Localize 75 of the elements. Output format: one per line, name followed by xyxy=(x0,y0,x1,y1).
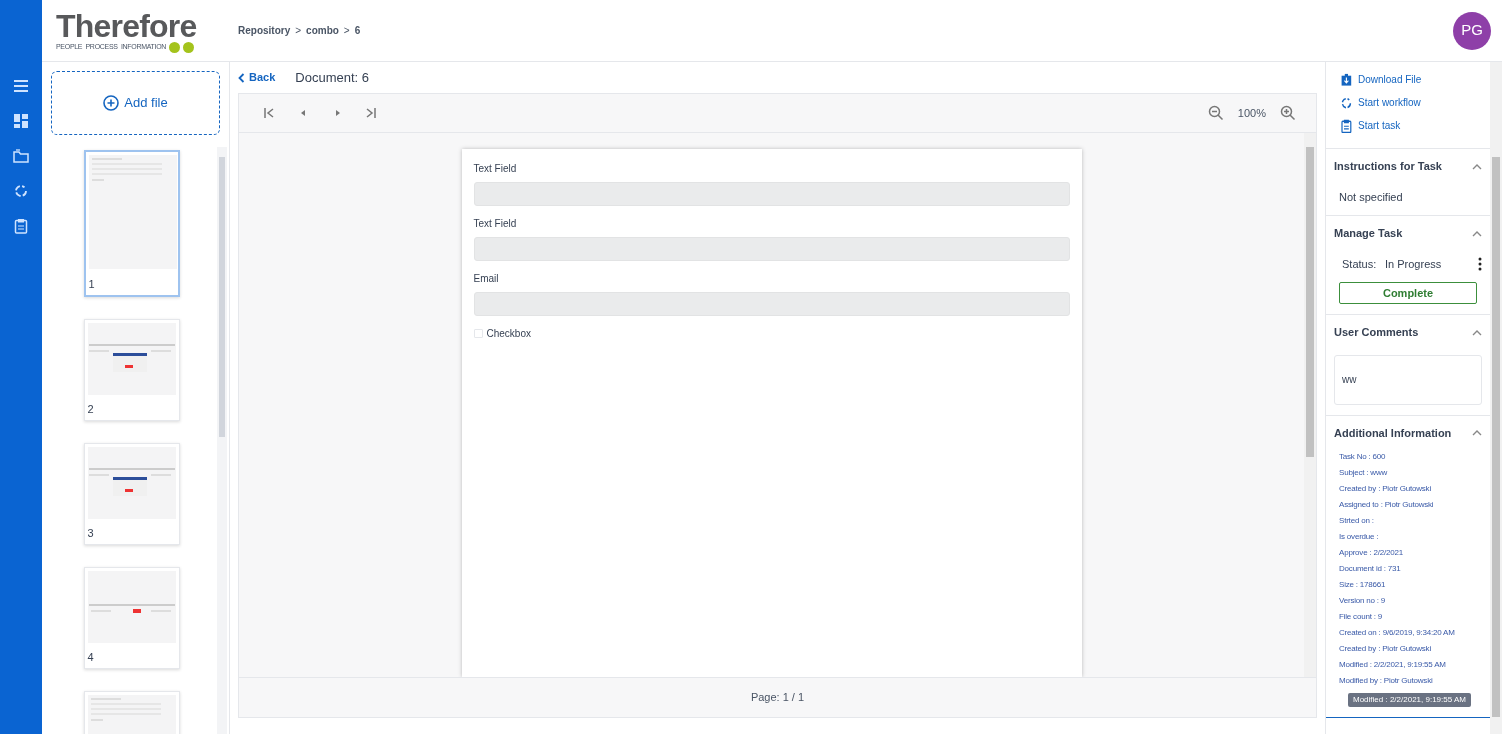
download-icon xyxy=(1340,72,1352,87)
sync-icon xyxy=(1340,95,1352,110)
field-label: Text Field xyxy=(473,217,517,231)
page-number: 2 xyxy=(86,401,95,417)
section-title: User Comments xyxy=(1334,325,1419,340)
status-value: In Progress xyxy=(1385,256,1443,272)
chevron-up-icon[interactable] xyxy=(1472,429,1482,437)
info-text: Size : 178661 xyxy=(1339,579,1387,591)
info-text: Assigned to : Piotr Gutowski xyxy=(1339,499,1435,511)
clipboard-icon xyxy=(1340,118,1352,133)
plus-circle-icon xyxy=(103,95,120,111)
page-thumbnail[interactable]: 4 xyxy=(83,567,180,669)
info-text: Document id : 731 xyxy=(1339,563,1402,575)
info-text: Version no : 9 xyxy=(1339,595,1387,607)
breadcrumb-link[interactable]: Repository xyxy=(238,23,291,38)
info-text: Approve : 2/2/2021 xyxy=(1339,547,1404,559)
page-number: 4 xyxy=(86,649,95,665)
add-file-button[interactable]: Add file xyxy=(51,71,220,135)
info-text: Strted on : xyxy=(1339,515,1375,527)
action-link[interactable]: Download File xyxy=(1340,72,1476,87)
chevron-up-icon[interactable] xyxy=(1472,229,1482,237)
scrollbar[interactable] xyxy=(1304,133,1316,677)
info-text: File count : 9 xyxy=(1339,611,1383,623)
info-text: Modified by : Piotr Gutowski xyxy=(1339,675,1434,687)
section-title: Additional Information xyxy=(1334,425,1452,441)
input-field[interactable] xyxy=(473,292,1070,316)
field-label: Email xyxy=(473,272,499,286)
info-text: Created by : Piotr Gutowski xyxy=(1339,483,1432,495)
page-number: 1 xyxy=(87,276,96,292)
input-field[interactable] xyxy=(473,237,1070,261)
zoom-level: 100% xyxy=(1237,105,1266,121)
sync-icon[interactable] xyxy=(13,183,29,199)
breadcrumb-link[interactable]: combo xyxy=(306,23,339,38)
chevron-up-icon[interactable] xyxy=(1472,162,1482,170)
chevron-left-icon xyxy=(238,72,245,83)
info-text: Subject : www xyxy=(1339,467,1389,479)
scrollbar[interactable] xyxy=(1490,62,1502,734)
input-field[interactable] xyxy=(473,182,1070,206)
page-thumbnail[interactable]: 1 xyxy=(83,150,180,297)
tooltip: Modified : 2/2/2021, 9:19:55 AM xyxy=(1348,693,1471,707)
info-text: Modified : 2/2/2021, 9:19:55 AM xyxy=(1339,659,1447,671)
chevron-up-icon[interactable] xyxy=(1472,328,1482,336)
document-title: Document: 6 xyxy=(295,68,369,87)
menu-icon[interactable] xyxy=(13,78,29,94)
breadcrumb-separator: > xyxy=(295,24,302,38)
page-thumbnail[interactable]: 3 xyxy=(83,443,180,545)
info-text: Is overdue : xyxy=(1339,531,1380,543)
page-indicator: Page: 1 / 1 xyxy=(750,690,805,706)
zoom-in-icon[interactable] xyxy=(1280,105,1296,121)
zoom-out-icon[interactable] xyxy=(1207,105,1224,121)
action-link[interactable]: Start task xyxy=(1340,118,1476,133)
more-vertical-icon[interactable] xyxy=(1478,256,1482,271)
section-title: Instructions for Task xyxy=(1334,159,1442,174)
checkbox[interactable] xyxy=(473,329,483,338)
user-avatar[interactable]: PG xyxy=(1453,11,1491,50)
status-label: Status: xyxy=(1342,256,1378,272)
clipboard-icon[interactable] xyxy=(13,218,29,234)
breadcrumb-separator: > xyxy=(343,24,350,38)
instruction-text: Not specified xyxy=(1339,189,1404,205)
complete-button[interactable]: Complete xyxy=(1339,282,1477,304)
folder-icon[interactable] xyxy=(13,148,29,164)
breadcrumb-link[interactable]: 6 xyxy=(354,23,361,38)
checkbox-label: Checkbox xyxy=(486,327,531,341)
info-text: Created on : 9/6/2019, 9:34:20 AM xyxy=(1339,627,1456,639)
info-text: Created by : Piotr Gutowski xyxy=(1339,643,1432,655)
comment-field[interactable]: ww xyxy=(1334,354,1482,405)
scrollbar[interactable] xyxy=(217,147,227,734)
dashboard-icon[interactable] xyxy=(13,113,29,129)
page-number: 3 xyxy=(86,525,95,541)
page-thumbnail[interactable]: 2 xyxy=(83,319,180,421)
action-link[interactable]: Start workflow xyxy=(1340,95,1476,110)
field-label: Text Field xyxy=(473,162,517,176)
section-title: Manage Task xyxy=(1334,226,1403,241)
back-link[interactable]: Back xyxy=(238,69,276,86)
info-text: Task No : 600 xyxy=(1339,451,1387,463)
